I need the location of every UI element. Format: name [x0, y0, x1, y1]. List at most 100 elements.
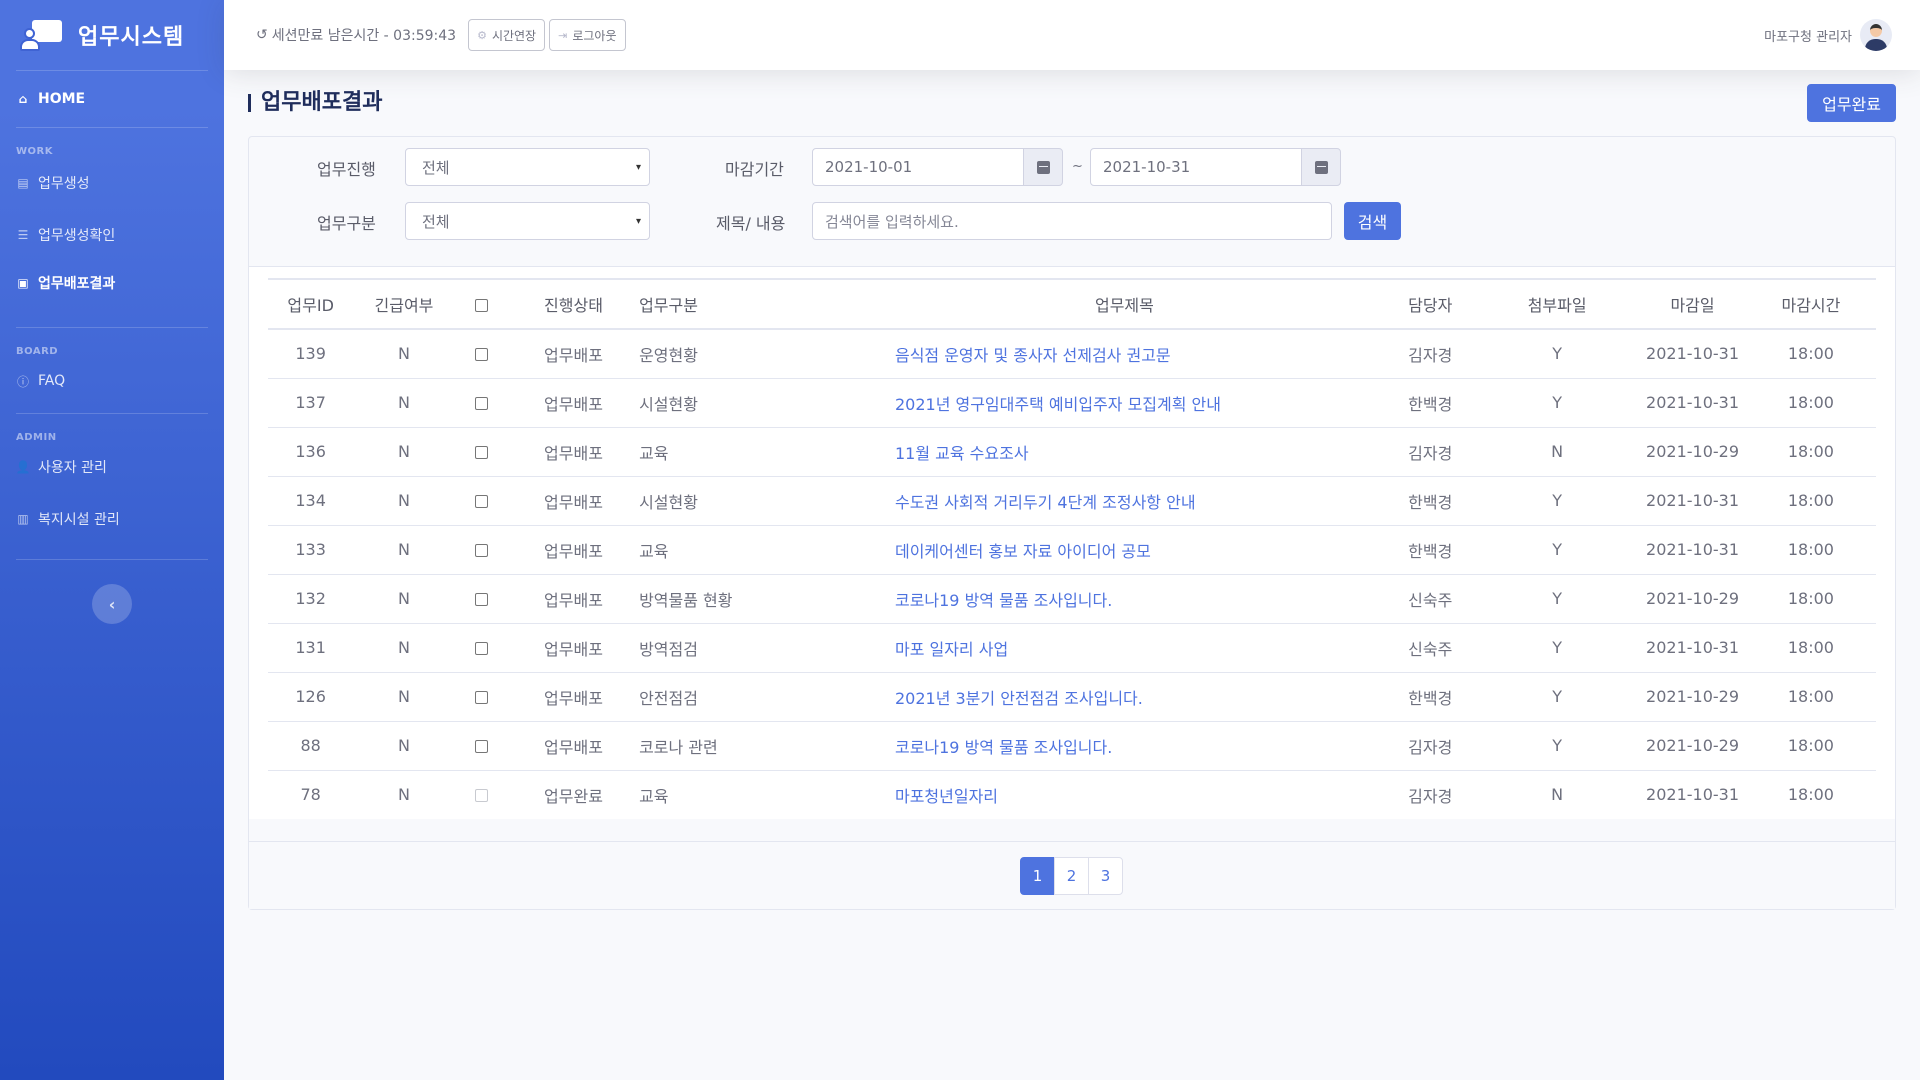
sidebar-divider	[16, 559, 208, 560]
row-checkbox[interactable]	[474, 397, 488, 410]
table-row[interactable]: 132 N 업무배포 방역물품 현황 코로나19 방역 물품 조사입니다. 신숙주 Y 202…	[268, 574, 1876, 624]
sidebar-item-label: 사용자 관리	[38, 460, 107, 476]
column-header[interactable]: 업무제목	[894, 278, 1386, 330]
row-select-cell	[455, 770, 508, 819]
sidebar-item-home[interactable]: ⌂ HOME	[0, 71, 224, 127]
sidebar-item-label: 복지시설 관리	[38, 512, 120, 528]
home-icon: ⌂	[18, 92, 28, 106]
results-table: 업무ID 긴급여부 진행상태 업무구분 업무제목 담당자 첨부파일 마감일 마감…	[268, 278, 1876, 819]
category-cell: 교육	[639, 786, 669, 806]
row-checkbox[interactable]	[474, 740, 488, 753]
urgent-flag-cell: N	[353, 721, 455, 771]
search-button[interactable]: 검색	[1344, 202, 1401, 240]
assignee-cell: 김자경	[1385, 329, 1476, 379]
table-row[interactable]: 133 N 업무배포 교육 데이케어센터 홍보 자료 아이디어 공모 한백경 Y 2021-1…	[268, 525, 1876, 575]
category-select[interactable]: 전체 ▾	[405, 202, 650, 240]
table-row[interactable]: 139 N 업무배포 운영현황 음식점 운영자 및 종사자 선제검사 권고문 김자경 Y 20…	[268, 329, 1876, 379]
category-cell: 교육	[639, 427, 895, 477]
row-select-cell	[454, 623, 508, 673]
extend-session-button[interactable]: ⚙ 시간연장	[468, 19, 546, 51]
table-row[interactable]: 136 N 업무배포 교육 11월 교육 수요조사 김자경 N 2021-10-29 18:00	[268, 427, 1876, 477]
column-header[interactable]: 첨부파일	[1475, 278, 1640, 330]
keyword-search-input[interactable]: 검색어를 입력하세요.	[812, 202, 1332, 240]
task-title-cell[interactable]: 수도권 사회적 거리두기 4단계 조정사항 안내	[894, 476, 1386, 526]
sidebar-item-distribution-result[interactable]: ▣ 업무배포결과	[0, 263, 224, 303]
complete-task-button[interactable]: 업무완료	[1807, 84, 1896, 122]
date-to-value: 2021-10-31	[1103, 158, 1191, 176]
sidebar-item-check-task[interactable]: ☰ 업무생성확인	[0, 207, 224, 263]
row-select-cell	[454, 721, 508, 771]
assignee-cell: 김자경	[1385, 721, 1476, 771]
date-to-calendar-button[interactable]	[1301, 148, 1341, 186]
brand[interactable]: 업무시스템	[0, 0, 224, 70]
task-title-cell[interactable]: 코로나19 방역 물품 조사입니다.	[894, 721, 1386, 771]
table-row[interactable]: 134 N 업무배포 시설현황 수도권 사회적 거리두기 4단계 조정사항 안내 한백경 Y…	[268, 476, 1876, 526]
task-title-cell[interactable]: 2021년 3분기 안전점검 조사입니다.	[894, 672, 1386, 722]
status-cell: 업무배포	[507, 672, 640, 722]
row-checkbox[interactable]	[474, 495, 488, 508]
task-title-cell[interactable]: 마포청년일자리	[895, 770, 1386, 819]
progress-select[interactable]: 전체 ▾	[405, 148, 650, 186]
row-checkbox[interactable]	[474, 348, 488, 362]
task-title-cell[interactable]: 코로나19 방역 물품 조사입니다.	[894, 574, 1386, 624]
sidebar-item-faq[interactable]: ⓘ FAQ	[0, 357, 224, 405]
task-id-cell: 133	[268, 525, 354, 575]
table-row[interactable]: 78 N 업무완료 교육 마포청년일자리 김자경 N 2021-10-31 18:00	[268, 770, 1876, 819]
sidebar-item-facility-management[interactable]: ▥ 복지시설 관리	[0, 491, 224, 547]
info-icon: ⓘ	[16, 374, 29, 389]
column-header[interactable]: 담당자	[1385, 278, 1476, 330]
page-button-1[interactable]: 1	[1020, 856, 1055, 895]
brand-title: 업무시스템	[78, 25, 185, 50]
date-from-calendar-button[interactable]	[1023, 148, 1063, 186]
row-checkbox[interactable]	[474, 691, 488, 704]
sidebar-divider	[16, 413, 208, 414]
task-title-cell[interactable]: 데이케어센터 홍보 자료 아이디어 공모	[894, 525, 1386, 575]
category-cell: 안전점검	[639, 672, 895, 722]
column-header[interactable]: 진행상태	[507, 278, 640, 330]
column-header[interactable]: 업무ID	[268, 278, 354, 330]
category-filter-label: 업무구분	[317, 214, 376, 233]
task-title-cell[interactable]: 2021년 영구임대주택 예비입주자 모집계획 안내	[894, 378, 1386, 428]
category-cell: 교육	[639, 525, 895, 575]
assignee-cell: 신숙주	[1385, 574, 1476, 624]
row-select-cell	[454, 672, 508, 722]
date-from-input[interactable]: 2021-10-01	[812, 148, 1024, 186]
sidebar-item-create-task[interactable]: ▤ 업무생성	[0, 159, 224, 207]
task-title-cell[interactable]: 11월 교육 수요조사	[894, 427, 1386, 477]
calendar-icon	[1314, 160, 1328, 174]
sign-out-icon: ⇥	[558, 28, 568, 42]
table-row[interactable]: 137 N 업무배포 시설현황 2021년 영구임대주택 예비입주자 모집계획 안내 한백…	[268, 378, 1876, 428]
task-title-cell[interactable]: 음식점 운영자 및 종사자 선제검사 권고문	[894, 329, 1386, 379]
column-header[interactable]: 마감일	[1639, 278, 1746, 330]
due-date-cell: 2021-10-31	[1639, 525, 1746, 575]
user-gear-icon: 👤	[15, 460, 31, 474]
column-header[interactable]: 긴급여부	[353, 278, 455, 330]
table-row[interactable]: 88 N 업무배포 코로나 관련 코로나19 방역 물품 조사입니다. 김자경 Y 2021-…	[268, 721, 1876, 771]
page-button-3[interactable]: 3	[1088, 856, 1123, 895]
due-date-cell: 2021-10-29	[1639, 574, 1746, 624]
row-select-cell	[454, 525, 508, 575]
row-checkbox[interactable]	[474, 446, 488, 459]
row-checkbox[interactable]	[474, 593, 488, 606]
table-body: 139 N 업무배포 운영현황 음식점 운영자 및 종사자 선제검사 권고문 김자경 Y 20…	[268, 329, 1876, 819]
category-cell: 운영현황	[639, 329, 895, 379]
urgent-flag-cell: N	[353, 476, 455, 526]
task-id-cell: 136	[268, 427, 354, 477]
row-checkbox[interactable]	[474, 642, 488, 655]
due-date-cell: 2021-10-31	[1639, 378, 1746, 428]
table-row[interactable]: 126 N 업무배포 안전점검 2021년 3분기 안전점검 조사입니다. 한백경 Y 202…	[268, 672, 1876, 722]
page-button-2[interactable]: 2	[1054, 856, 1089, 895]
sidebar-item-user-management[interactable]: 👤 사용자 관리	[0, 443, 224, 491]
task-title-cell[interactable]: 마포 일자리 사업	[894, 623, 1386, 673]
sidebar-toggle-button[interactable]: ‹	[92, 584, 132, 624]
column-header[interactable]: 마감시간	[1745, 278, 1876, 330]
user-menu[interactable]: 마포구청 관리자	[1764, 19, 1892, 51]
urgent-flag-cell: N	[353, 525, 455, 575]
select-all-checkbox[interactable]	[474, 298, 488, 312]
column-header[interactable]: 업무구분	[639, 278, 895, 330]
table-row[interactable]: 131 N 업무배포 방역점검 마포 일자리 사업 신숙주 Y 2021-10-31 18:00	[268, 623, 1876, 673]
logout-button[interactable]: ⇥ 로그아웃	[549, 19, 626, 51]
row-checkbox[interactable]	[474, 544, 488, 557]
date-to-input[interactable]: 2021-10-31	[1090, 148, 1302, 186]
due-time-cell: 18:00	[1745, 427, 1876, 477]
